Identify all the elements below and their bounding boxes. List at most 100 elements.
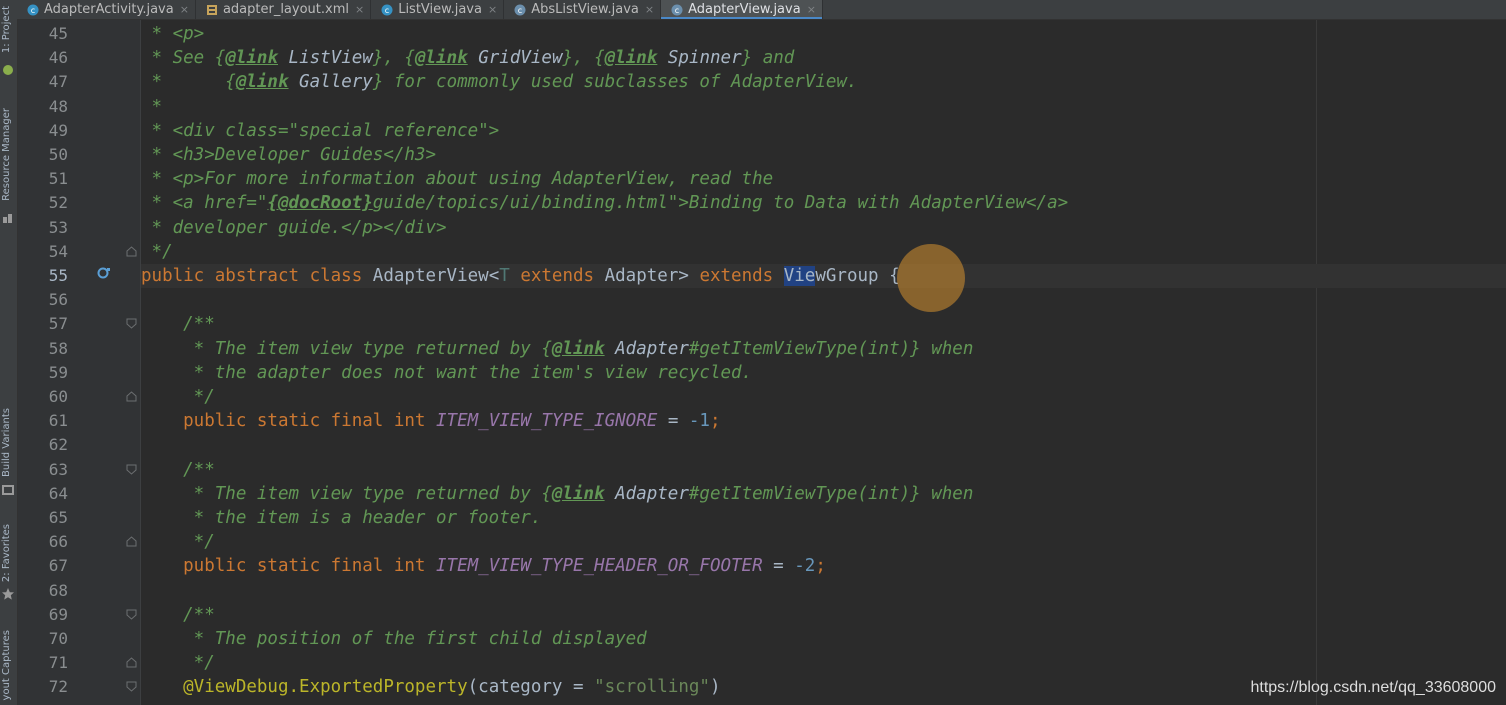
- svg-text:c: c: [518, 6, 522, 15]
- fold-end-icon[interactable]: [126, 391, 137, 402]
- code-line[interactable]: * The item view type returned by {@link …: [141, 337, 1506, 361]
- line-number[interactable]: 63: [18, 458, 68, 482]
- code-token: */: [141, 653, 215, 674]
- favorites-tool-button[interactable]: 2: Favorites: [1, 524, 12, 582]
- line-number[interactable]: 45: [18, 22, 68, 46]
- line-number[interactable]: 69: [18, 603, 68, 627]
- code-token: * The item view type returned by {: [141, 483, 552, 504]
- layout-captures-tool-button[interactable]: yout Captures: [1, 630, 12, 700]
- line-number[interactable]: 49: [18, 119, 68, 143]
- fold-end-icon[interactable]: [126, 536, 137, 547]
- line-number[interactable]: 70: [18, 627, 68, 651]
- code-line[interactable]: * <p>: [141, 22, 1506, 46]
- line-number[interactable]: 68: [18, 579, 68, 603]
- code-line[interactable]: [141, 288, 1506, 312]
- tab-adapteractivity-java[interactable]: c AdapterActivity.java ×: [17, 0, 196, 19]
- code-token: public static final int: [141, 556, 437, 577]
- code-token: guide/topics/ui/binding.html">Binding to…: [372, 193, 1069, 214]
- code-line[interactable]: */: [141, 240, 1506, 264]
- fold-start-icon[interactable]: [126, 609, 137, 620]
- line-number[interactable]: 66: [18, 530, 68, 554]
- build-variants-tool-button[interactable]: Build Variants: [1, 408, 12, 477]
- line-number[interactable]: 64: [18, 482, 68, 506]
- fold-start-icon[interactable]: [126, 318, 137, 330]
- fold-end-icon[interactable]: [126, 657, 137, 668]
- code-line[interactable]: */: [141, 385, 1506, 409]
- code-line[interactable]: /**: [141, 458, 1506, 482]
- line-number[interactable]: 60: [18, 385, 68, 409]
- tab-abslistview-java[interactable]: c AbsListView.java ×: [504, 0, 662, 19]
- line-number[interactable]: 59: [18, 361, 68, 385]
- line-number[interactable]: 58: [18, 337, 68, 361]
- code-line[interactable]: * See {@link ListView}, {@link GridView}…: [141, 46, 1506, 70]
- line-number[interactable]: 62: [18, 433, 68, 457]
- code-token: Adapter: [604, 483, 689, 504]
- code-line[interactable]: * The item view type returned by {@link …: [141, 482, 1506, 506]
- line-number[interactable]: 47: [18, 70, 68, 94]
- code-line[interactable]: * the adapter does not want the item's v…: [141, 361, 1506, 385]
- code-line[interactable]: * <p>For more information about using Ad…: [141, 167, 1506, 191]
- code-line[interactable]: public abstract class AdapterView<T exte…: [141, 264, 1506, 288]
- code-line[interactable]: * The position of the first child displa…: [141, 627, 1506, 651]
- close-icon[interactable]: ×: [180, 3, 189, 16]
- code-line[interactable]: public static final int ITEM_VIEW_TYPE_H…: [141, 554, 1506, 578]
- line-number[interactable]: 53: [18, 216, 68, 240]
- line-number[interactable]: 57: [18, 312, 68, 336]
- code-token: * the item is a header or footer.: [141, 508, 542, 528]
- project-tool-button[interactable]: 1: Project: [1, 6, 12, 53]
- line-number[interactable]: 52: [18, 191, 68, 215]
- code-token: } for commonly used subclasses of Adapte…: [372, 72, 858, 93]
- editor-tab-bar: c AdapterActivity.java × adapter_layout.xml…: [17, 0, 1506, 20]
- code-line[interactable]: * <a href="{@docRoot}guide/topics/ui/bin…: [141, 191, 1506, 215]
- line-number[interactable]: 48: [18, 95, 68, 119]
- code-token: @link: [604, 48, 658, 69]
- line-number[interactable]: 67: [18, 554, 68, 578]
- line-number[interactable]: 55: [18, 264, 68, 288]
- tab-label: AdapterView.java: [688, 2, 801, 17]
- line-number[interactable]: 61: [18, 409, 68, 433]
- line-number[interactable]: 71: [18, 651, 68, 675]
- code-line[interactable]: [141, 433, 1506, 457]
- code-line[interactable]: [141, 579, 1506, 603]
- resource-manager-tool-button[interactable]: Resource Manager: [1, 108, 12, 201]
- code-token: #getItemViewType(int)} when: [688, 338, 974, 359]
- code-line[interactable]: public static final int ITEM_VIEW_TYPE_I…: [141, 409, 1506, 433]
- code-line[interactable]: * developer guide.</p></div>: [141, 216, 1506, 240]
- code-token: /**: [141, 604, 215, 625]
- svg-text:c: c: [675, 6, 679, 15]
- code-line[interactable]: * <h3>Developer Guides</h3>: [141, 143, 1506, 167]
- close-icon[interactable]: ×: [355, 3, 364, 16]
- code-line[interactable]: *: [141, 95, 1506, 119]
- implemented-override-icon[interactable]: [96, 266, 112, 282]
- code-token: (category =: [467, 677, 595, 698]
- tab-adapter-layout-xml[interactable]: adapter_layout.xml ×: [196, 0, 372, 19]
- code-line[interactable]: */: [141, 651, 1506, 675]
- tab-listview-java[interactable]: c ListView.java ×: [371, 0, 505, 19]
- line-number[interactable]: 46: [18, 46, 68, 70]
- code-line[interactable]: * the item is a header or footer.: [141, 506, 1506, 530]
- xml-layout-icon: [206, 4, 218, 16]
- line-number[interactable]: 51: [18, 167, 68, 191]
- line-number[interactable]: 65: [18, 506, 68, 530]
- code-line[interactable]: * <div class="special reference">: [141, 119, 1506, 143]
- code-token: * <a href=": [141, 193, 268, 214]
- tab-adapterview-java[interactable]: c AdapterView.java ×: [661, 0, 823, 19]
- code-editor[interactable]: * <p> * See {@link ListView}, {@link Gri…: [141, 20, 1506, 705]
- close-icon[interactable]: ×: [488, 3, 497, 16]
- code-token: @link: [235, 72, 289, 93]
- code-line[interactable]: /**: [141, 603, 1506, 627]
- fold-end-icon[interactable]: [126, 246, 137, 257]
- code-line[interactable]: */: [141, 530, 1506, 554]
- code-line[interactable]: /**: [141, 312, 1506, 336]
- fold-start-icon[interactable]: [126, 464, 137, 475]
- fold-start-icon[interactable]: [126, 681, 137, 693]
- close-icon[interactable]: ×: [807, 3, 816, 16]
- tab-label: ListView.java: [398, 2, 482, 17]
- code-line[interactable]: * {@link Gallery} for commonly used subc…: [141, 70, 1506, 94]
- line-number[interactable]: 72: [18, 675, 68, 699]
- line-number[interactable]: 54: [18, 240, 68, 264]
- code-token: Adapter>: [604, 266, 700, 286]
- line-number[interactable]: 56: [18, 288, 68, 312]
- close-icon[interactable]: ×: [645, 3, 654, 16]
- line-number[interactable]: 50: [18, 143, 68, 167]
